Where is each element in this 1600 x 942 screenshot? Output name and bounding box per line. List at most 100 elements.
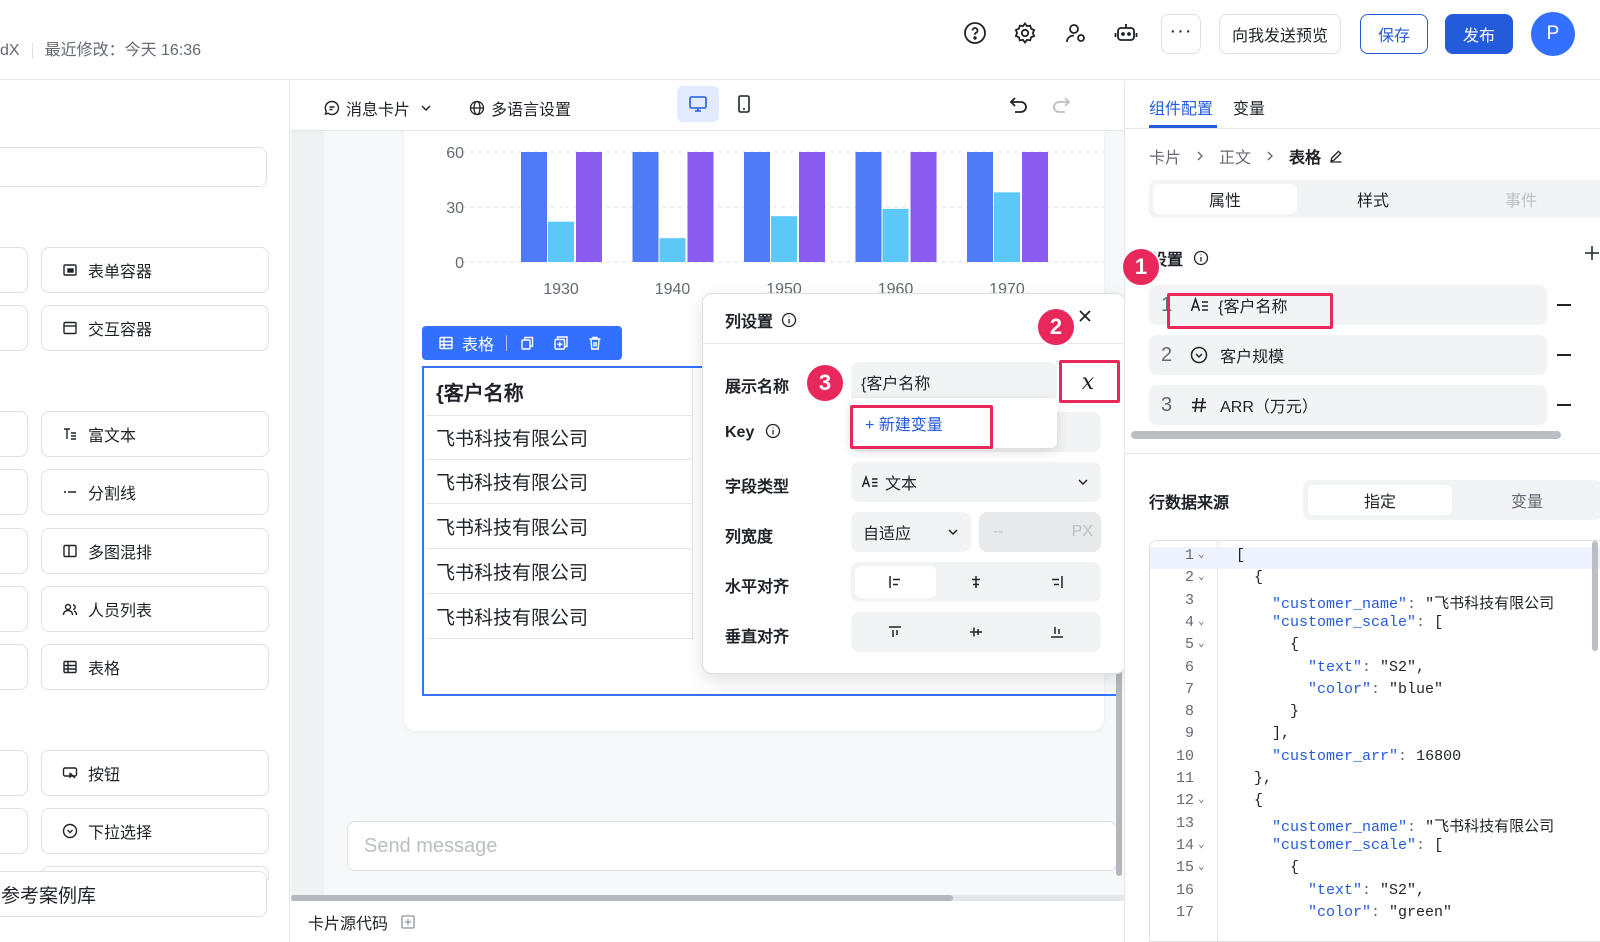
- field-type-select[interactable]: 文本: [851, 462, 1101, 502]
- chevron-down-icon: [420, 102, 432, 114]
- component-people-list[interactable]: 人员列表: [41, 586, 269, 632]
- component-multi-image[interactable]: 多图混排: [41, 528, 269, 574]
- component-tile-partial[interactable]: [0, 808, 28, 854]
- component-search-input[interactable]: [0, 147, 267, 187]
- duplicate-icon[interactable]: [553, 335, 569, 351]
- breadcrumb-item[interactable]: 卡片: [1149, 144, 1181, 168]
- fold-chevron-icon[interactable]: ⌄: [1198, 569, 1205, 583]
- code-line: 6 "text": "S2",: [1150, 658, 1600, 681]
- column-width-select[interactable]: 自适应: [851, 512, 971, 552]
- sub-tab-properties[interactable]: 属性: [1153, 184, 1297, 214]
- remove-column-icon[interactable]: [1557, 304, 1571, 306]
- chart-bar: [548, 221, 574, 262]
- card-type-dropdown[interactable]: 消息卡片: [324, 96, 432, 120]
- component-tile-partial[interactable]: [0, 411, 28, 457]
- interactive-container-icon: [62, 320, 78, 336]
- line-number: 4: [1184, 613, 1194, 631]
- desktop-view-icon[interactable]: [677, 86, 719, 122]
- close-icon[interactable]: [1075, 306, 1095, 326]
- component-dropdown-select[interactable]: 下拉选择: [41, 808, 269, 854]
- code-line: 17 "color": "green": [1150, 904, 1600, 926]
- chart-y-tick-label: 0: [455, 255, 464, 272]
- remove-column-icon[interactable]: [1557, 404, 1571, 406]
- align-middle-icon[interactable]: [936, 616, 1017, 648]
- align-right-icon[interactable]: [1016, 566, 1097, 598]
- table-header-cell[interactable]: {客户名称: [426, 368, 692, 416]
- save-button[interactable]: 保存: [1360, 14, 1428, 54]
- delete-icon[interactable]: [587, 335, 603, 351]
- code-scrollbar[interactable]: [1592, 541, 1598, 651]
- copy-icon[interactable]: [519, 335, 535, 351]
- avatar[interactable]: P: [1531, 12, 1575, 56]
- columns-horizontal-scrollbar[interactable]: [1131, 431, 1561, 439]
- tabs-divider: [1125, 128, 1600, 129]
- chart-bar: [576, 152, 602, 262]
- line-number: 7: [1184, 680, 1194, 698]
- vertical-align-label: 垂直对齐: [725, 629, 790, 646]
- component-divider[interactable]: 分割线: [41, 469, 269, 515]
- component-label: 人员列表: [88, 603, 153, 620]
- edit-pencil-icon[interactable]: [1329, 149, 1343, 163]
- component-tile-partial[interactable]: [0, 644, 28, 690]
- component-tile-partial[interactable]: [0, 469, 28, 515]
- undo-icon[interactable]: [1007, 93, 1029, 115]
- align-top-icon[interactable]: [855, 616, 936, 648]
- send-preview-button[interactable]: 向我发送预览: [1219, 14, 1341, 54]
- highlight-box-column-1: [1167, 293, 1333, 329]
- component-tile-partial[interactable]: [0, 586, 28, 632]
- row-source-specified[interactable]: 指定: [1308, 485, 1452, 515]
- chart-bar: [855, 152, 882, 262]
- publish-button[interactable]: 发布: [1445, 14, 1513, 54]
- component-button[interactable]: 按钮: [41, 750, 269, 796]
- add-column-icon[interactable]: [1583, 244, 1600, 262]
- fold-chevron-icon[interactable]: ⌄: [1198, 859, 1205, 873]
- align-bottom-icon[interactable]: [1016, 616, 1097, 648]
- more-options-icon[interactable]: ···: [1161, 14, 1201, 54]
- component-tile-partial[interactable]: [0, 750, 28, 796]
- fold-chevron-icon[interactable]: ⌄: [1198, 547, 1205, 561]
- json-code-editor[interactable]: 1 ⌄[2 ⌄ {3 "customer_name": "飞书科技有限公司 4 ⌄ "c…: [1149, 540, 1600, 942]
- display-name-input[interactable]: {客户名称: [851, 362, 1057, 402]
- line-number: 6: [1184, 658, 1194, 676]
- component-form-container[interactable]: 表单容器: [41, 247, 269, 293]
- row-source-variable[interactable]: 变量: [1455, 485, 1599, 515]
- component-tile-partial[interactable]: [0, 305, 28, 351]
- align-left-icon[interactable]: [855, 566, 936, 598]
- fold-chevron-icon[interactable]: ⌄: [1198, 614, 1205, 628]
- component-rich-text[interactable]: 富文本: [41, 411, 269, 457]
- line-number: 11: [1175, 770, 1194, 787]
- settings-gear-icon[interactable]: [1010, 18, 1040, 48]
- bottom-tab-bar: 卡片源代码: [291, 901, 1124, 942]
- code-line: 7 "color": "blue": [1150, 680, 1600, 703]
- card-source-code-tab[interactable]: 卡片源代码: [308, 910, 388, 934]
- fold-chevron-icon[interactable]: ⌄: [1198, 792, 1205, 806]
- remove-column-icon[interactable]: [1557, 354, 1571, 356]
- redo-icon[interactable]: [1051, 93, 1073, 115]
- expand-icon[interactable]: [400, 914, 416, 930]
- fold-chevron-icon[interactable]: ⌄: [1198, 636, 1205, 650]
- component-tile-partial[interactable]: [0, 528, 28, 574]
- column-item-2[interactable]: 2 客户规模: [1149, 335, 1547, 375]
- component-interactive-container[interactable]: 交互容器: [41, 305, 269, 351]
- column-item-3[interactable]: 3 ARR（万元）: [1149, 385, 1547, 425]
- align-center-icon[interactable]: [936, 566, 1017, 598]
- sub-tab-events[interactable]: 事件: [1449, 184, 1593, 214]
- code-line: 9 ],: [1150, 725, 1600, 747]
- breadcrumb-item[interactable]: 正文: [1219, 144, 1251, 168]
- table-icon: [438, 335, 454, 351]
- component-tile-partial[interactable]: [0, 247, 28, 293]
- help-icon[interactable]: [960, 18, 990, 48]
- mobile-view-icon[interactable]: [726, 86, 762, 122]
- reference-library-button[interactable]: 参考案例库: [0, 871, 267, 917]
- component-label: 分割线: [88, 486, 137, 503]
- tab-component-config[interactable]: 组件配置: [1149, 95, 1213, 119]
- send-message-input[interactable]: Send message: [347, 821, 1117, 871]
- language-settings-button[interactable]: 多语言设置: [469, 96, 571, 120]
- sub-tab-style[interactable]: 样式: [1301, 184, 1445, 214]
- user-settings-icon[interactable]: [1061, 18, 1091, 48]
- component-table[interactable]: 表格: [41, 644, 269, 690]
- column-width-input[interactable]: -- PX: [979, 512, 1101, 552]
- tab-variables[interactable]: 变量: [1233, 95, 1265, 119]
- bot-icon[interactable]: [1111, 18, 1141, 48]
- fold-chevron-icon[interactable]: ⌄: [1198, 837, 1205, 851]
